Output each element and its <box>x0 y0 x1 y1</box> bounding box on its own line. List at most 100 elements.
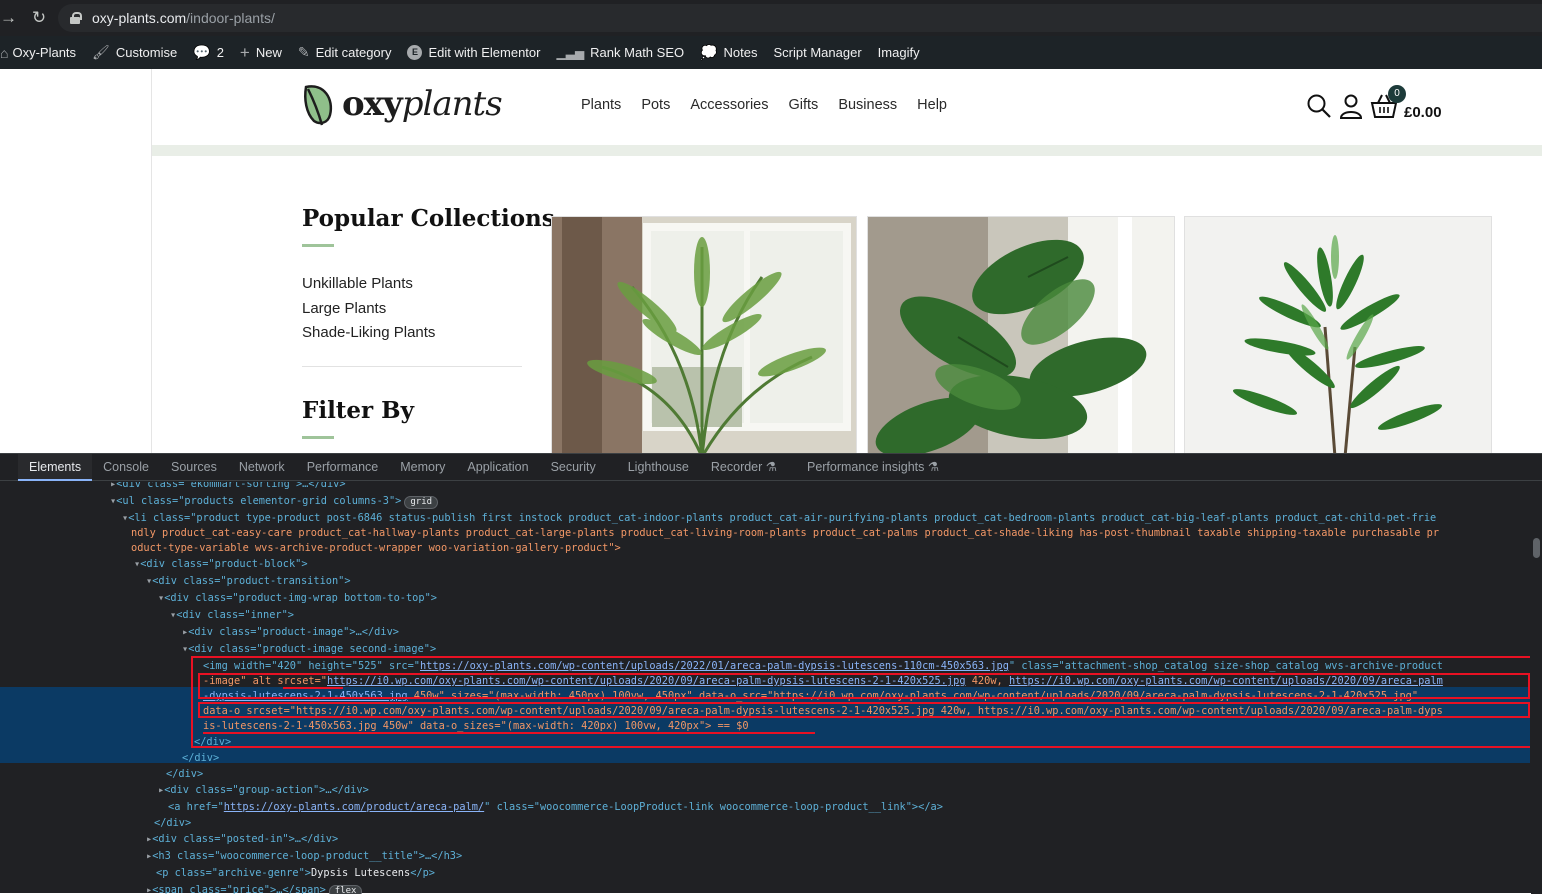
admin-site-name[interactable]: ⌂ Oxy-Plants <box>0 36 84 69</box>
url-path: /indoor-plants/ <box>186 10 275 26</box>
nav-accessories[interactable]: Accessories <box>690 97 768 113</box>
user-icon[interactable] <box>1338 93 1364 119</box>
nav-business[interactable]: Business <box>838 97 897 113</box>
logo-oxy: oxy <box>342 84 403 124</box>
tab-network[interactable]: Network <box>228 454 296 481</box>
annotation-underline-end <box>203 732 815 734</box>
reload-icon[interactable]: ↻ <box>24 8 54 28</box>
dom-line[interactable]: </div> <box>154 816 191 831</box>
annotation-box-o-srcset <box>198 702 1530 718</box>
header-band <box>152 145 1542 156</box>
search-icon[interactable] <box>1306 93 1332 119</box>
dom-line[interactable]: ▸<h3 class="woocommerce-loop-product__ti… <box>146 849 462 864</box>
collection-unkillable[interactable]: Unkillable Plants <box>302 272 435 297</box>
elementor-icon: E <box>407 45 423 60</box>
dom-line[interactable]: ▾<div class="product-transition"> <box>146 574 351 589</box>
dom-line[interactable]: </div> <box>166 767 203 782</box>
product-image-dracaena[interactable] <box>1184 216 1492 453</box>
tab-memory[interactable]: Memory <box>389 454 456 481</box>
dom-line[interactable]: ▾<div class="inner"> <box>170 608 294 623</box>
leaf-logo-icon <box>304 85 333 126</box>
dom-line[interactable]: ▸<span class="price">…</span> flex <box>146 883 363 894</box>
nav-gifts[interactable]: Gifts <box>789 97 819 113</box>
areca-palm-image <box>552 217 856 453</box>
nav-pots[interactable]: Pots <box>641 97 670 113</box>
elements-tree: ▸<div class="ekommart-sorting">…</div> ▾… <box>0 482 1530 894</box>
devtools-panel: Elements Console Sources Network Perform… <box>0 453 1542 894</box>
site-logo[interactable]: oxyplants <box>302 81 503 127</box>
dom-line[interactable]: ▾<ul class="products elementor-grid colu… <box>110 494 439 509</box>
browser-toolbar: → ↻ oxy-plants.com/indoor-plants/ <box>0 0 1542 36</box>
dom-line[interactable]: <p class="archive-genre">Dypsis Lutescen… <box>156 866 435 881</box>
dom-line-wrap[interactable]: ndly product_cat-easy-care product_cat-h… <box>131 526 1439 541</box>
filter-by-title: Filter By <box>302 397 414 424</box>
dom-line[interactable]: ▸<div class="posted-in">…</div> <box>146 832 338 847</box>
back-arrow-icon[interactable]: → <box>0 8 17 28</box>
dom-line[interactable]: ▾<li class="product type-product post-68… <box>122 511 1436 526</box>
rank-math-icon: ▁▃▅ <box>556 45 585 60</box>
edit-category-label: Edit category <box>315 45 392 60</box>
tab-security[interactable]: Security <box>540 454 607 481</box>
dom-line[interactable]: ▸<div class="group-action">…</div> <box>158 783 369 798</box>
tab-recorder[interactable]: Recorder ⚗ <box>700 454 788 481</box>
devtools-tabs: Elements Console Sources Network Perform… <box>0 453 1542 481</box>
cart-total[interactable]: £0.00 <box>1404 104 1442 121</box>
address-bar[interactable]: oxy-plants.com/indoor-plants/ <box>58 4 1542 32</box>
product-image-areca[interactable] <box>551 216 857 453</box>
edit-elementor-label: Edit with Elementor <box>428 45 541 60</box>
customise-label: Customise <box>115 45 178 60</box>
dom-line[interactable]: <a href="https://oxy-plants.com/product/… <box>168 800 943 815</box>
sidebar-divider <box>302 366 522 367</box>
devtools-scrollbar[interactable] <box>1531 482 1542 894</box>
annotation-box-srcset <box>198 673 1530 699</box>
admin-notes[interactable]: 💭 Notes <box>692 36 765 69</box>
main-nav: Plants Pots Accessories Gifts Business H… <box>581 97 947 113</box>
tab-performance-insights[interactable]: Performance insights ⚗ <box>796 454 950 481</box>
collection-shade-liking[interactable]: Shade-Liking Plants <box>302 321 435 346</box>
admin-rank-math[interactable]: ▁▃▅ Rank Math SEO <box>548 36 692 69</box>
tab-elements[interactable]: Elements <box>18 453 93 481</box>
admin-edit-category[interactable]: ✎ Edit category <box>290 36 400 69</box>
tab-sources[interactable]: Sources <box>160 454 228 481</box>
admin-script-manager[interactable]: Script Manager <box>766 36 870 69</box>
admin-imagify[interactable]: Imagify <box>870 36 928 69</box>
dom-line[interactable]: </div> <box>182 751 219 766</box>
tab-lighthouse[interactable]: Lighthouse <box>617 454 700 481</box>
grid-badge[interactable]: grid <box>404 496 439 509</box>
logo-wordmark: oxyplants <box>342 84 503 124</box>
imagify-label: Imagify <box>877 45 920 60</box>
site-viewport: oxyplants Plants Pots Accessories Gifts … <box>0 69 1542 453</box>
lock-icon[interactable] <box>70 12 82 24</box>
site-header: oxyplants Plants Pots Accessories Gifts … <box>152 69 1542 145</box>
url-host: oxy-plants.com <box>92 10 187 26</box>
logo-plants: plants <box>401 84 503 124</box>
filter-underline <box>302 436 334 439</box>
product-image-strelitzia[interactable] <box>867 216 1175 453</box>
nav-plants[interactable]: Plants <box>581 97 621 113</box>
admin-comments[interactable]: 💬 2 <box>185 36 232 69</box>
annotation-underline-srcset <box>283 687 343 689</box>
rank-math-label: Rank Math SEO <box>590 45 685 60</box>
admin-edit-elementor[interactable]: E Edit with Elementor <box>399 36 548 69</box>
dom-line[interactable]: ▸<div class="ekommart-sorting">…</div> <box>110 482 346 492</box>
pencil-icon: ✎ <box>297 44 310 60</box>
admin-customise[interactable]: 🖌 Customise <box>84 36 185 69</box>
nav-help[interactable]: Help <box>917 97 947 113</box>
dom-line-wrap[interactable]: oduct-type-variable wvs-archive-product-… <box>131 541 621 556</box>
tab-application[interactable]: Application <box>456 454 539 481</box>
dom-line[interactable]: ▾<div class="product-block"> <box>134 557 308 572</box>
notes-icon: 💭 <box>700 44 718 60</box>
collection-large[interactable]: Large Plants <box>302 297 435 322</box>
dom-line[interactable]: ▾<div class="product-image second-image"… <box>182 642 436 657</box>
title-underline <box>302 244 334 247</box>
comments-count: 2 <box>216 45 224 60</box>
left-gutter <box>0 69 152 453</box>
comment-icon: 💬 <box>193 44 211 60</box>
admin-new[interactable]: + New <box>232 36 290 69</box>
dom-line[interactable]: ▸<div class="product-image">…</div> <box>182 625 399 640</box>
scrollbar-thumb[interactable] <box>1533 538 1540 558</box>
tab-performance[interactable]: Performance <box>296 454 390 481</box>
dom-line[interactable]: ▾<div class="product-img-wrap bottom-to-… <box>158 591 437 606</box>
header-icons <box>1306 93 1398 119</box>
tab-console[interactable]: Console <box>92 454 160 481</box>
